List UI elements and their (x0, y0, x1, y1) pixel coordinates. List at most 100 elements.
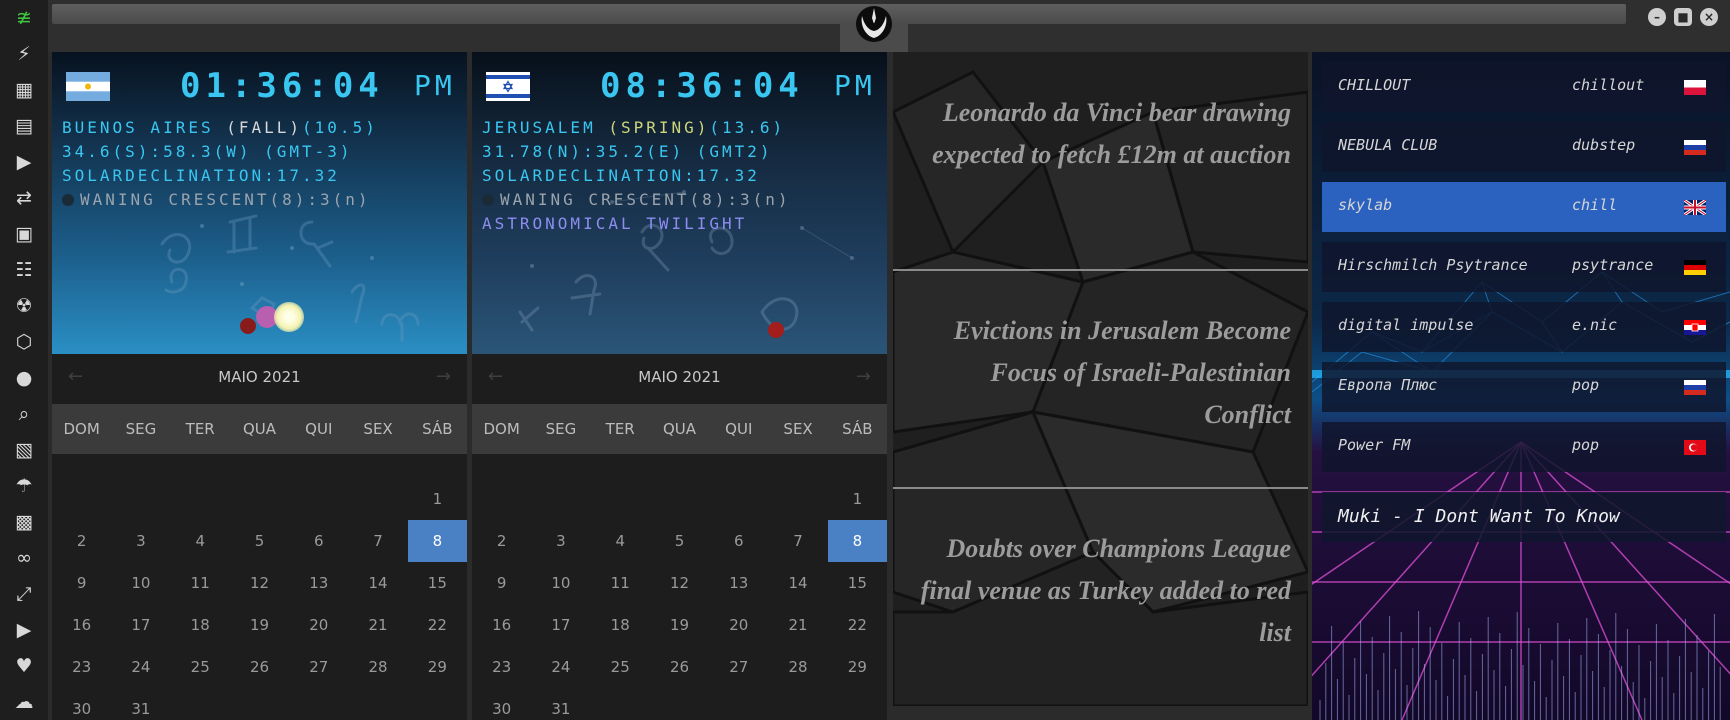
map-icon[interactable]: ▧ (12, 438, 36, 462)
calendar-day[interactable]: 25 (171, 646, 230, 688)
radio-station-5[interactable]: digital impulse e.nic (1322, 302, 1726, 352)
calendar-day[interactable]: 18 (171, 604, 230, 646)
calendar-day[interactable]: 13 (289, 562, 348, 604)
calendar-day[interactable]: 29 (408, 646, 467, 688)
calendar-day[interactable]: 28 (768, 646, 827, 688)
fullscreen-icon[interactable]: ⤢ (12, 582, 36, 606)
next-month-arrow-icon[interactable]: → (856, 366, 871, 387)
calendar-day[interactable]: 20 (709, 604, 768, 646)
calendar-day-today[interactable]: 8 (827, 520, 887, 562)
calendar-day[interactable]: 23 (472, 646, 531, 688)
calendar-day[interactable]: 4 (591, 520, 650, 562)
radio-station-4[interactable]: Hirschmilch Psytrance psytrance (1322, 242, 1726, 292)
news-headline[interactable]: Leonardo da Vinci bear drawing expected … (907, 92, 1291, 176)
calendar-day[interactable]: 26 (650, 646, 709, 688)
calendar-day[interactable]: 1 (828, 478, 887, 520)
search-icon[interactable]: ⌕ (12, 402, 36, 426)
calendar-day[interactable]: 20 (289, 604, 348, 646)
calendar-day[interactable]: 10 (111, 562, 170, 604)
calendar-day[interactable]: 1 (408, 478, 467, 520)
globe-icon[interactable]: ● (12, 366, 36, 390)
calendar-day[interactable]: 9 (472, 562, 531, 604)
calendar-day-today[interactable]: 8 (407, 520, 467, 562)
news-headline[interactable]: Doubts over Champions League final venue… (907, 528, 1291, 654)
calendar-day[interactable]: 6 (289, 520, 348, 562)
calendar-day[interactable]: 14 (348, 562, 407, 604)
calendar-day[interactable]: 2 (52, 520, 111, 562)
calendar-day[interactable]: 2 (472, 520, 531, 562)
calendar-day[interactable]: 5 (230, 520, 289, 562)
calendar-day[interactable]: 27 (709, 646, 768, 688)
play-icon[interactable]: ▶ (12, 150, 36, 174)
radio-station-2[interactable]: NEBULA CLUB dubstep (1322, 122, 1726, 172)
calendar-header: ← MAIO 2021 → (52, 354, 467, 402)
calendar-day[interactable]: 25 (591, 646, 650, 688)
radiation-icon[interactable]: ☢ (12, 294, 36, 318)
radio-station-6[interactable]: Европа Плюс pop (1322, 362, 1726, 412)
calendar-day[interactable]: 29 (828, 646, 887, 688)
calendar-day[interactable]: 24 (531, 646, 590, 688)
lightning-icon[interactable]: ⚡ (12, 42, 36, 66)
calendar-day[interactable]: 28 (348, 646, 407, 688)
city-name: BUENOS AIRES (62, 118, 227, 137)
minimize-icon[interactable]: – (1648, 8, 1666, 26)
calendar-day[interactable]: 30 (472, 688, 531, 720)
calendar-day[interactable]: 6 (709, 520, 768, 562)
calendar-day[interactable]: 22 (408, 604, 467, 646)
windows-icon[interactable]: ▦ (12, 78, 36, 102)
calendar-day[interactable]: 9 (52, 562, 111, 604)
calendar-day[interactable]: 31 (111, 688, 170, 720)
image-icon[interactable]: ▣ (12, 222, 36, 246)
calendar-day[interactable]: 22 (828, 604, 887, 646)
calendar-day[interactable]: 7 (768, 520, 827, 562)
link-icon[interactable]: ∞ (12, 546, 36, 570)
radio-station-1[interactable]: CHILLOUT chillout (1322, 62, 1726, 112)
calendar-day[interactable]: 21 (348, 604, 407, 646)
calendar-day[interactable]: 23 (52, 646, 111, 688)
calendar-day[interactable]: 11 (171, 562, 230, 604)
news-headline[interactable]: Evictions in Jerusalem Become Focus of I… (907, 310, 1291, 436)
contact-icon[interactable]: ▩ (12, 510, 36, 534)
archive-icon[interactable]: ▤ (12, 114, 36, 138)
close-icon[interactable]: × (1700, 8, 1718, 26)
calendar-day[interactable]: 12 (650, 562, 709, 604)
calendar-day[interactable]: 31 (531, 688, 590, 720)
calendar-day[interactable]: 12 (230, 562, 289, 604)
calendar-day[interactable]: 24 (111, 646, 170, 688)
calendar-day[interactable]: 16 (52, 604, 111, 646)
calendar-day[interactable]: 10 (531, 562, 590, 604)
calendar-day[interactable]: 17 (111, 604, 170, 646)
calendar-day[interactable]: 14 (768, 562, 827, 604)
calendar-day[interactable]: 19 (650, 604, 709, 646)
next-month-arrow-icon[interactable]: → (436, 366, 451, 387)
calendar-day[interactable]: 7 (348, 520, 407, 562)
title-strip[interactable] (52, 4, 1626, 24)
wifi-icon[interactable]: ≇ (12, 6, 36, 30)
calendar-day[interactable]: 21 (768, 604, 827, 646)
heart-icon[interactable]: ♥ (12, 654, 36, 678)
calendar-day[interactable]: 3 (111, 520, 170, 562)
maximize-icon[interactable]: ■ (1674, 8, 1692, 26)
calendar-day[interactable]: 16 (472, 604, 531, 646)
calendar-day[interactable]: 19 (230, 604, 289, 646)
hexagon-icon[interactable]: ⬡ (12, 330, 36, 354)
calendar-day[interactable]: 5 (650, 520, 709, 562)
youtube-icon[interactable]: ▶ (12, 618, 36, 642)
calendar-day[interactable]: 27 (289, 646, 348, 688)
calendar-day[interactable]: 3 (531, 520, 590, 562)
umbrella-icon[interactable]: ☂ (12, 474, 36, 498)
news-icon[interactable]: ☷ (12, 258, 36, 282)
radio-station-7[interactable]: Power FM pop (1322, 422, 1726, 472)
calendar-day[interactable]: 17 (531, 604, 590, 646)
translate-icon[interactable]: ⇄ (12, 186, 36, 210)
calendar-day[interactable]: 13 (709, 562, 768, 604)
radio-station-3[interactable]: skylab chill (1322, 182, 1726, 232)
cloud-icon[interactable]: ☁ (12, 690, 36, 714)
calendar-day[interactable]: 30 (52, 688, 111, 720)
calendar-day[interactable]: 15 (828, 562, 887, 604)
calendar-day[interactable]: 4 (171, 520, 230, 562)
calendar-day[interactable]: 15 (408, 562, 467, 604)
calendar-day[interactable]: 11 (591, 562, 650, 604)
calendar-day[interactable]: 26 (230, 646, 289, 688)
calendar-day[interactable]: 18 (591, 604, 650, 646)
